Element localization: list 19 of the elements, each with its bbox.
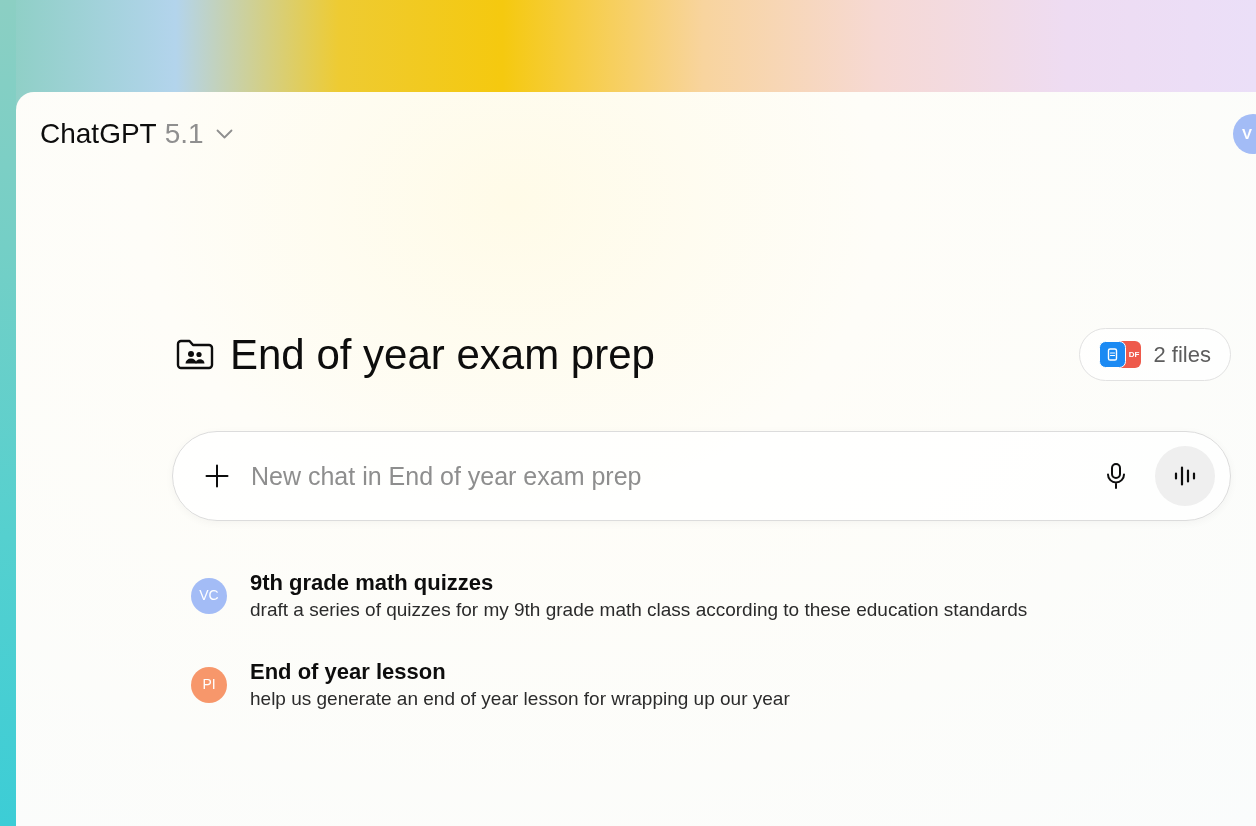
model-selector[interactable]: ChatGPT 5.1 xyxy=(40,114,233,154)
message-input[interactable]: New chat in End of year exam prep xyxy=(251,456,1105,496)
user-avatar: VC xyxy=(191,577,227,614)
chat-title[interactable]: End of year lesson xyxy=(250,658,790,686)
document-file-icon xyxy=(1098,341,1126,368)
user-avatar: PI xyxy=(191,666,227,703)
composer-bar[interactable]: New chat in End of year exam prep xyxy=(172,431,1231,521)
chat-title[interactable]: 9th grade math quizzes xyxy=(250,569,1028,597)
chat-preview: help us generate an end of year lesson for wrapping up our year xyxy=(250,687,790,711)
chat-preview: draft a series of quizzes for my 9th grade math class according to these education standards xyxy=(250,598,1028,622)
microphone-button[interactable] xyxy=(1105,462,1127,490)
files-button[interactable]: DF 2 files xyxy=(1078,328,1231,381)
chevron-down-icon xyxy=(215,129,233,139)
microphone-icon xyxy=(1106,463,1126,489)
sound-wave-icon xyxy=(1174,466,1196,486)
plus-icon xyxy=(205,464,229,488)
add-button[interactable] xyxy=(205,464,229,488)
folder-people-icon xyxy=(176,338,214,371)
project-title: End of year exam prep xyxy=(230,329,655,380)
